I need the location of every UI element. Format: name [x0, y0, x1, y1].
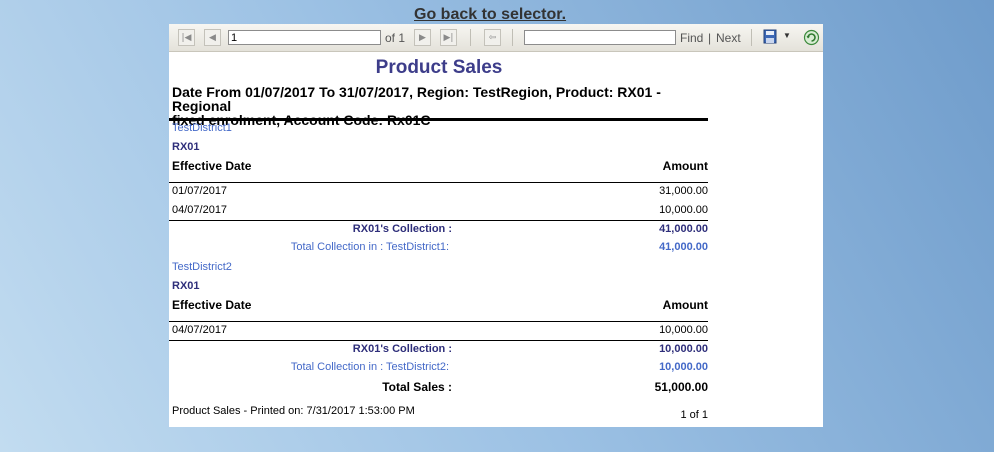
product-collection-label: RX01's Collection :: [352, 343, 452, 355]
table-cell-date: 04/07/2017: [172, 204, 228, 216]
district-heading: TestDistrict2: [172, 261, 232, 273]
district-total-value: 41,000.00: [659, 241, 708, 253]
column-header-amount: Amount: [662, 159, 708, 173]
column-header-date: Effective Date: [172, 159, 252, 173]
row-divider: [169, 182, 708, 183]
page-number-input[interactable]: [228, 30, 381, 45]
next-page-icon[interactable]: ▶: [414, 29, 431, 46]
district-heading: TestDistrict1: [172, 122, 232, 134]
column-header-date: Effective Date: [172, 298, 252, 312]
row-divider: [169, 340, 708, 341]
back-to-parent-icon[interactable]: ⇦: [484, 29, 501, 46]
product-collection-label: RX01's Collection :: [352, 223, 452, 235]
report-title: Product Sales: [375, 57, 503, 78]
toolbar-divider: [751, 29, 752, 46]
last-page-icon[interactable]: ▶|: [440, 29, 457, 46]
chevron-down-icon[interactable]: ▼: [783, 31, 791, 40]
toolbar-divider: [512, 29, 513, 46]
find-text-input[interactable]: [524, 30, 676, 45]
district-total-label: Total Collection in : TestDistrict2:: [290, 361, 449, 373]
grand-total-value: 51,000.00: [654, 380, 708, 394]
district-total-label: Total Collection in : TestDistrict1:: [290, 241, 449, 253]
refresh-icon[interactable]: [803, 29, 820, 46]
report-footer-printed: Product Sales - Printed on: 7/31/2017 1:…: [172, 405, 415, 417]
product-heading: RX01: [172, 280, 200, 292]
grand-total-label: Total Sales :: [382, 380, 452, 394]
report-viewer: |◀ ◀ of 1 ▶ ▶| ⇦ Find | Next ▼ Product S…: [169, 24, 823, 427]
table-cell-amount: 10,000.00: [659, 324, 708, 336]
product-collection-value: 41,000.00: [659, 223, 708, 235]
table-cell-date: 04/07/2017: [172, 324, 228, 336]
find-button[interactable]: Find: [680, 31, 703, 45]
row-divider: [169, 321, 708, 322]
previous-page-icon[interactable]: ◀: [204, 29, 221, 46]
find-next-button[interactable]: Next: [716, 31, 741, 45]
save-export-icon[interactable]: [763, 29, 779, 45]
first-page-icon[interactable]: |◀: [178, 29, 195, 46]
product-heading: RX01: [172, 141, 200, 153]
report-footer-page: 1 of 1: [680, 409, 708, 421]
column-header-amount: Amount: [662, 298, 708, 312]
toolbar-divider: [470, 29, 471, 46]
report-parameters-line-1: Date From 01/07/2017 To 31/07/2017, Regi…: [172, 84, 661, 114]
back-to-selector-link[interactable]: Go back to selector.: [414, 6, 566, 24]
report-toolbar: |◀ ◀ of 1 ▶ ▶| ⇦ Find | Next ▼: [169, 24, 823, 52]
row-divider: [169, 220, 708, 221]
table-cell-amount: 10,000.00: [659, 204, 708, 216]
product-collection-value: 10,000.00: [659, 343, 708, 355]
district-total-value: 10,000.00: [659, 361, 708, 373]
header-divider: [169, 118, 708, 121]
page-count-label: of 1: [385, 31, 406, 45]
table-cell-amount: 31,000.00: [659, 185, 708, 197]
table-cell-date: 01/07/2017: [172, 185, 228, 197]
find-separator: |: [708, 31, 712, 45]
